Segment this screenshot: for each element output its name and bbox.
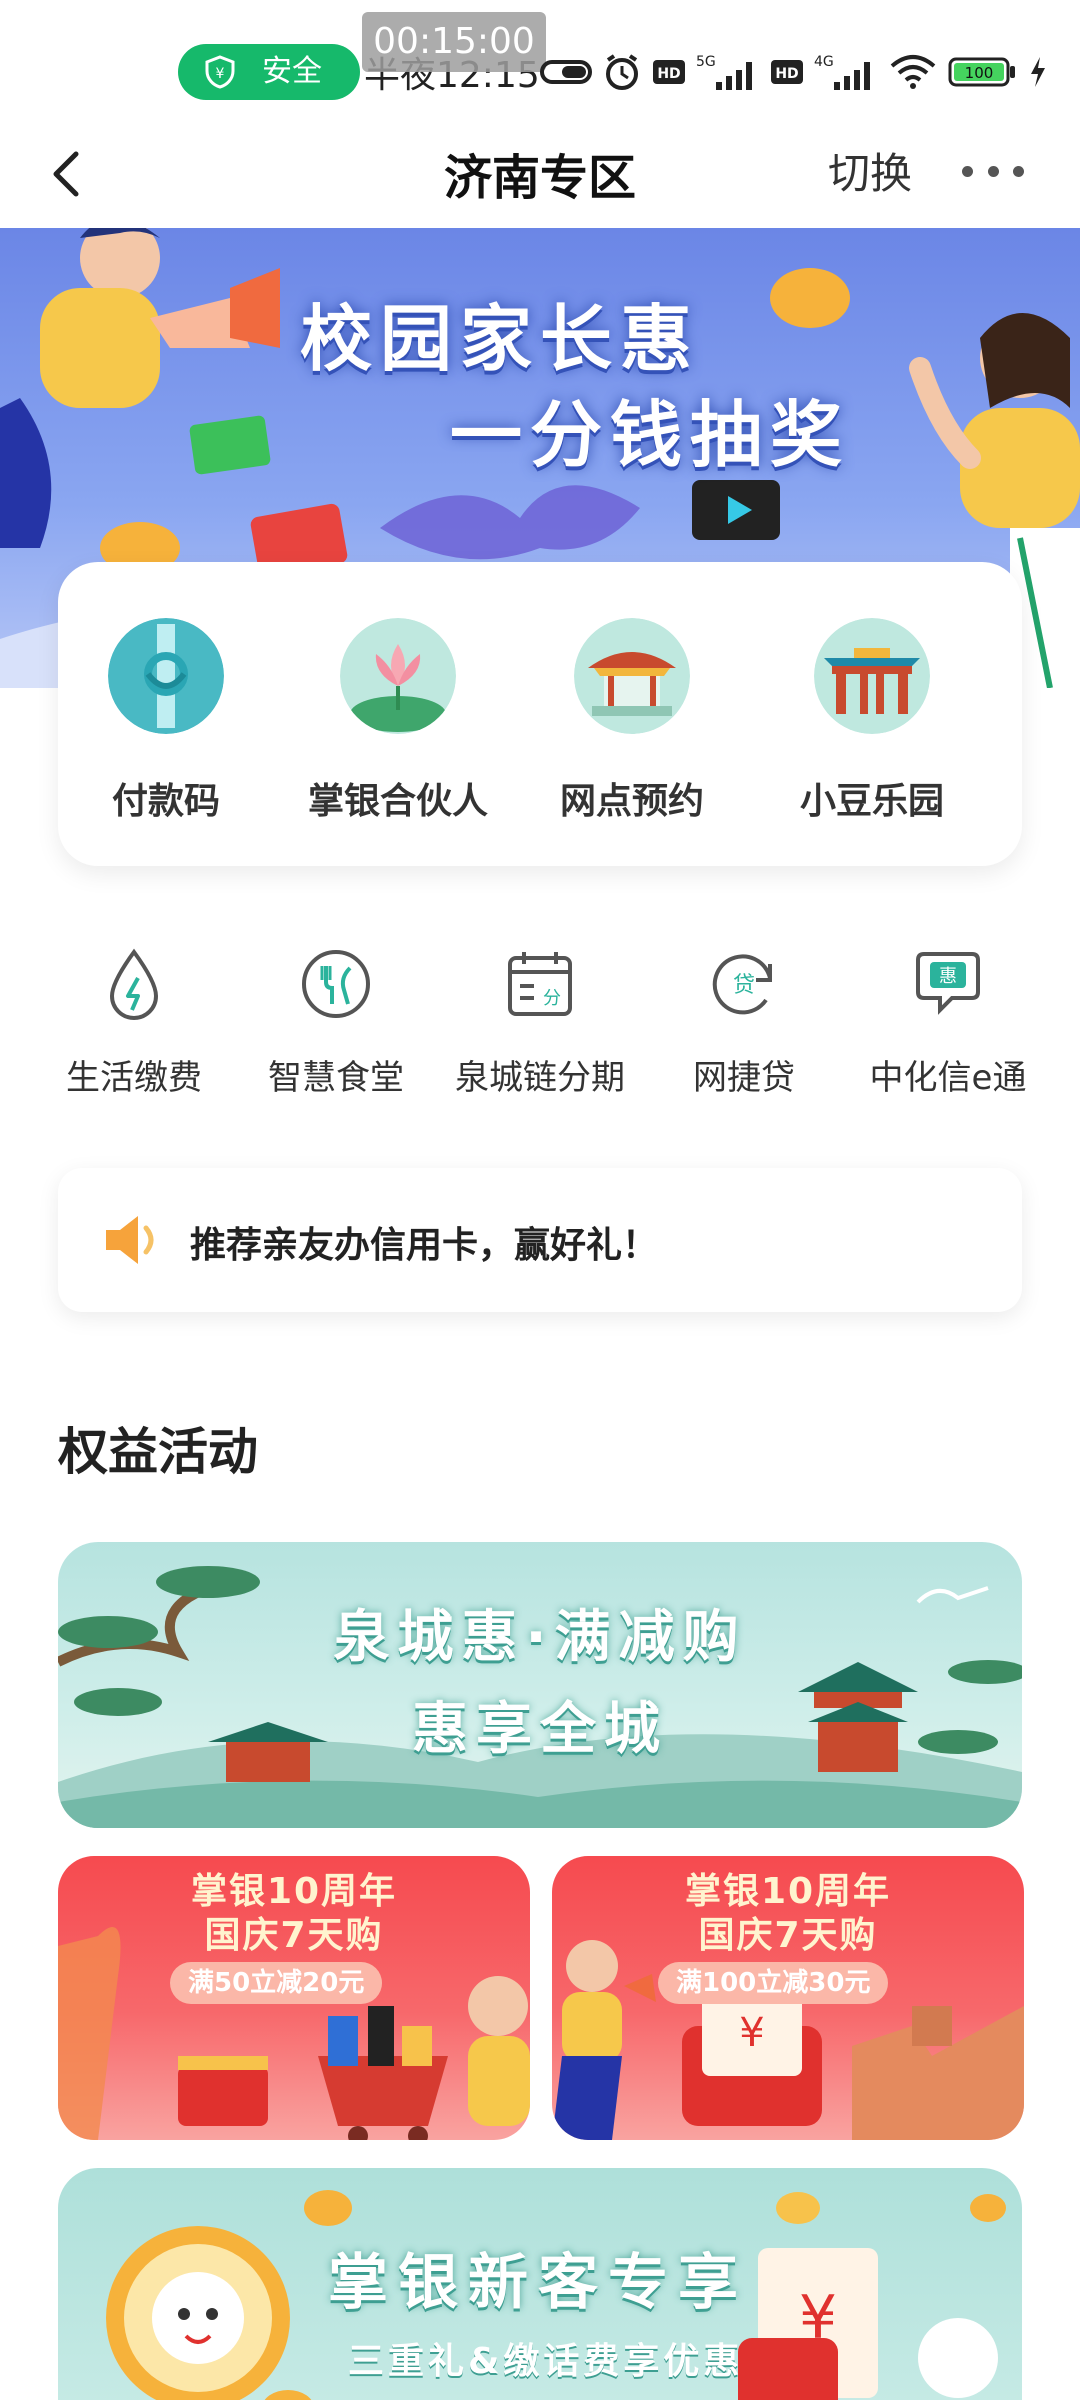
pavilion-icon [574,618,690,734]
svg-text:¥: ¥ [216,66,225,82]
svg-text:HD: HD [657,66,680,82]
nav-header: 济南专区 切换 [0,120,1080,228]
chat-glyph: 惠 [939,966,957,987]
hero-title-line1: 校园家长惠 [300,297,701,381]
service-label: 泉城链分期 [455,1058,625,1098]
signal-4g-icon: 4G [814,54,870,90]
network-5g-label: 5G [696,54,716,70]
city-banner-title: 泉城惠·满减购 [333,1605,747,1670]
signal-5g-icon: 5G [696,54,752,90]
notice-bar[interactable]: 推荐亲友办信用卡，赢好礼！ [58,1168,1022,1312]
city-discount-banner[interactable]: 泉城惠·满减购 惠享全城 [58,1542,1022,1828]
status-bar: ¥ 安全 半夜12:15 00:15:00 HD 5G HD 4G 100 [0,0,1080,120]
quick-action-partner[interactable]: 掌银合伙人 [298,618,498,824]
notice-text: 推荐亲友办信用卡，赢好礼！ [190,1225,659,1266]
section-title: 权益活动 [58,1423,258,1481]
canteen-icon [302,950,370,1018]
lotus-partner-icon [340,618,456,734]
chat-benefit-icon: 惠 [916,952,980,1015]
quick-action-branch-booking[interactable]: 网点预约 [532,618,732,824]
newcomer-banner[interactable]: ¥ 掌银新客专享 三重礼&缴话费享优惠 [58,2168,1022,2400]
service-installment[interactable]: 分 泉城链分期 [450,944,630,1099]
speaker-icon [106,1216,154,1264]
service-loan[interactable]: 贷 网捷贷 [654,944,834,1099]
hero-title-line2: 一分钱抽奖 [450,393,851,477]
newcomer-subtitle: 三重礼&缴话费享优惠 [348,2341,744,2382]
network-4g-label: 4G [814,54,834,70]
service-canteen[interactable]: 智慧食堂 [246,944,426,1099]
hd-icon: HD [653,60,685,84]
installment-calendar-icon: 分 [508,952,572,1016]
service-utility-bill[interactable]: 生活缴费 [44,944,224,1099]
loan-glyph: 贷 [733,973,755,998]
security-badge[interactable]: ¥ 安全 [178,44,360,100]
national-day-banner-2[interactable]: ¥ 掌银10周年 国庆7天购 满100立减30元 [552,1856,1024,2140]
security-label: 安全 [262,54,322,89]
quick-action-label: 网点预约 [559,781,704,822]
svg-text:¥: ¥ [739,2010,764,2056]
payment-code-icon [108,618,224,734]
service-label: 智慧食堂 [268,1058,404,1098]
battery-icon: 100 [948,57,1015,87]
quick-action-label: 小豆乐园 [799,781,944,822]
battery-level: 100 [965,64,994,82]
hd-icon-2: HD [771,60,803,84]
shield-icon: ¥ [205,55,235,89]
more-options-icon[interactable] [962,156,1024,186]
calendar-glyph: 分 [543,988,561,1009]
gate-icon [814,618,930,734]
vibrate-toggle-icon [540,60,592,84]
banner-1-offer: 满50立减20元 [170,1962,383,2004]
quick-action-payment-code[interactable]: 付款码 [66,618,266,824]
quick-actions-card: 付款码 掌银合伙人 网点预约 小豆乐园 [58,562,1022,866]
charging-icon [1031,57,1045,87]
utility-bill-icon [109,948,159,1020]
quick-action-label: 付款码 [111,781,220,822]
newcomer-title: 掌银新客专享 [328,2248,748,2318]
switch-city-button[interactable]: 切换 [828,140,912,201]
loan-icon: 贷 [712,954,772,1015]
banner-1-subtitle: 国庆7天购 [204,1915,384,1956]
quick-action-xiaodou-park[interactable]: 小豆乐园 [772,618,972,824]
service-label: 中化信e通 [869,1058,1027,1098]
page-title: 济南专区 [443,150,636,206]
recording-timer: 00:15:00 [362,12,546,72]
city-banner-subtitle: 惠享全城 [412,1697,668,1762]
svg-text:HD: HD [775,66,798,82]
wifi-icon [890,55,936,89]
quick-action-label: 掌银合伙人 [307,781,488,822]
service-sinochem-etong[interactable]: 惠 中化信e通 [858,944,1038,1099]
alarm-icon [606,54,638,90]
banner-2-offer: 满100立减30元 [658,1962,889,2004]
status-icons: HD 5G HD 4G 100 [540,48,1048,96]
national-day-banner-1[interactable]: 掌银10周年 国庆7天购 满50立减20元 [58,1856,530,2140]
service-label: 生活缴费 [66,1058,202,1098]
service-label: 网捷贷 [693,1058,795,1098]
banner-2-subtitle: 国庆7天购 [698,1915,878,1956]
